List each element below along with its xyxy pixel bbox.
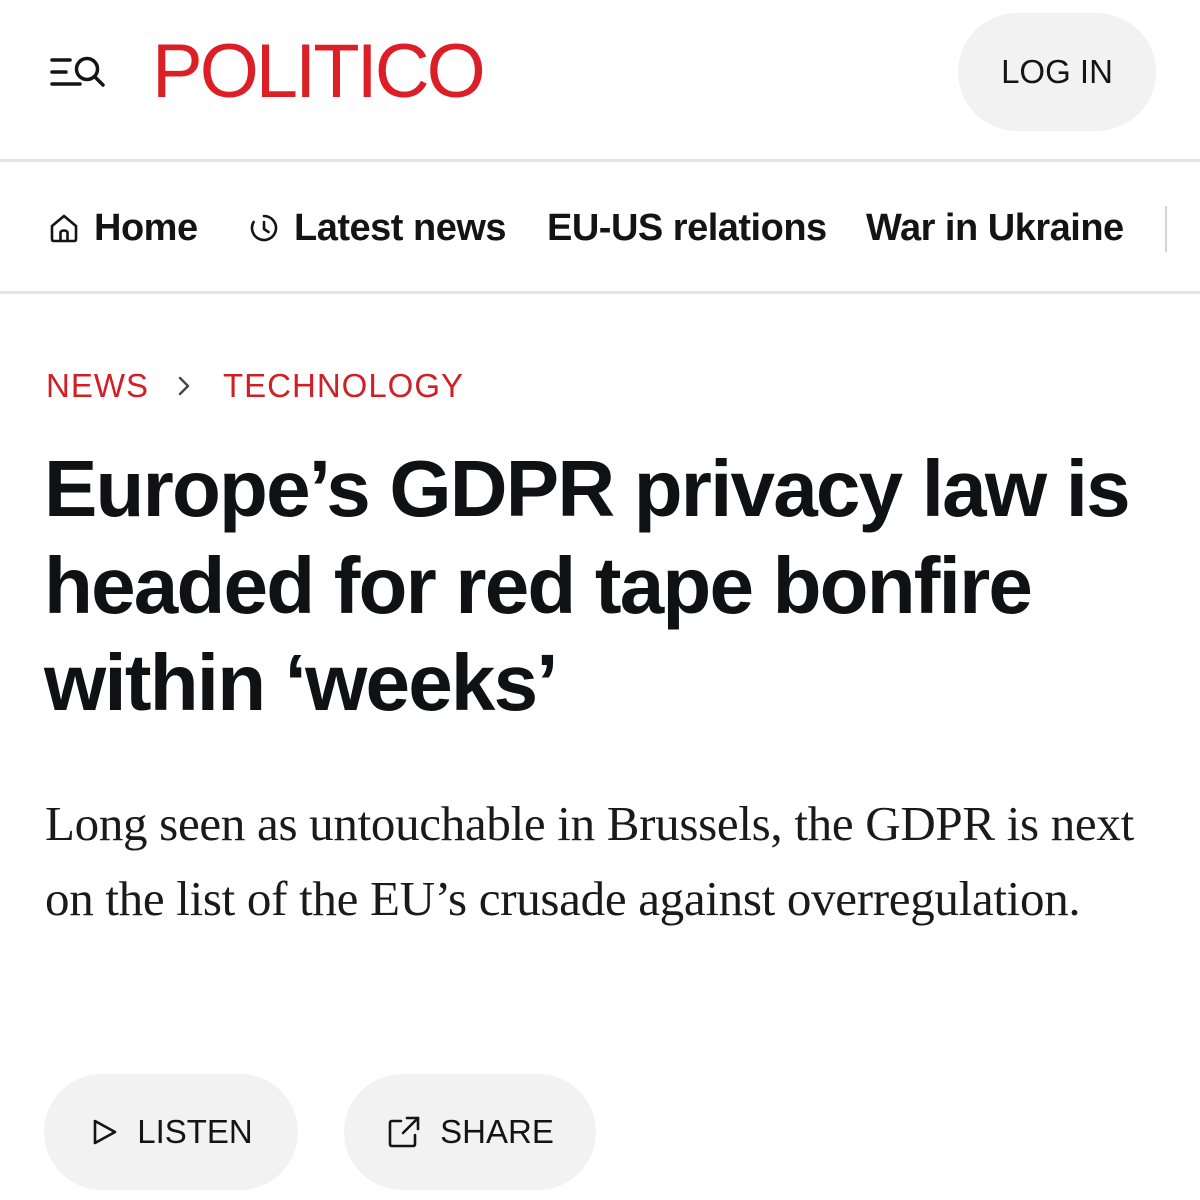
menu-search-icon[interactable]: [48, 50, 108, 94]
breadcrumb: NEWS TECHNOLOGY: [46, 366, 464, 406]
nav-item-latest-news[interactable]: Latest news: [248, 202, 507, 254]
nav-item-label: EU-US relations: [547, 206, 827, 249]
clock-icon: [250, 214, 278, 242]
share-label: SHARE: [440, 1113, 554, 1150]
nav-item-label: Home: [94, 206, 198, 249]
nav-item-eu-us-relations[interactable]: EU-US relations: [547, 202, 827, 254]
site-logo[interactable]: POLITICO: [152, 30, 486, 114]
listen-label: LISTEN: [137, 1113, 253, 1150]
section-nav: Home Latest news EU-US relations War in …: [0, 162, 1200, 294]
site-header: POLITICO LOG IN: [0, 0, 1200, 162]
nav-item-label: War in Ukraine: [866, 206, 1124, 249]
breadcrumb-news[interactable]: NEWS: [46, 367, 149, 405]
share-button[interactable]: SHARE: [344, 1074, 596, 1190]
nav-item-label: Latest news: [294, 206, 507, 249]
login-button[interactable]: LOG IN: [958, 13, 1156, 131]
play-icon: [93, 1119, 117, 1145]
home-icon: [50, 214, 78, 243]
nav-item-war-in-ukraine[interactable]: War in Ukraine: [866, 202, 1124, 254]
nav-divider: [1165, 206, 1167, 252]
article-dek: Long seen as untouchable in Brussels, th…: [45, 796, 1134, 926]
nav-item-home[interactable]: Home: [48, 202, 198, 254]
chevron-right-icon: [177, 375, 191, 397]
listen-button[interactable]: LISTEN: [44, 1074, 298, 1190]
share-icon: [388, 1116, 420, 1148]
article-headline: Europe’s GDPR privacy law is headed for …: [44, 444, 1131, 727]
breadcrumb-technology[interactable]: TECHNOLOGY: [223, 367, 464, 405]
